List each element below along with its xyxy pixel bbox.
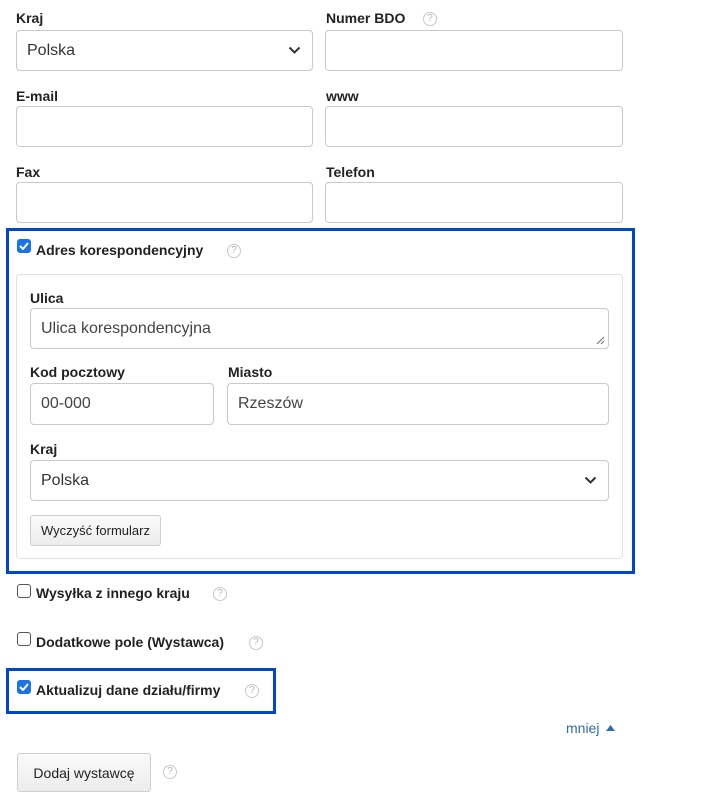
country-label: Kraj [16, 10, 44, 26]
caret-up-icon [606, 725, 616, 731]
bdo-label: Numer BDO [326, 10, 406, 26]
email-input[interactable] [16, 106, 313, 147]
phone-input[interactable] [325, 182, 623, 223]
help-icon[interactable]: ? [163, 765, 177, 779]
help-icon[interactable]: ? [213, 587, 227, 601]
correspondence-country-label: Kraj [30, 441, 58, 457]
resize-grip-icon[interactable] [596, 336, 605, 345]
add-issuer-button[interactable]: Dodaj wystawcę [17, 753, 151, 792]
correspondence-checkbox-label[interactable]: Adres korespondencyjny [36, 242, 203, 258]
help-icon[interactable]: ? [249, 636, 263, 650]
country-select[interactable]: Polska [16, 30, 313, 71]
fax-label: Fax [16, 164, 41, 180]
postal-code-input[interactable]: 00-000 [30, 383, 214, 425]
street-textarea-placeholder: Ulica korespondencyjna [41, 319, 211, 337]
email-label: E-mail [16, 88, 59, 104]
checkmark-icon [19, 683, 29, 691]
correspondence-country-select[interactable]: Polska [30, 460, 609, 501]
help-icon[interactable]: ? [423, 12, 437, 26]
update-data-checkbox[interactable] [17, 680, 31, 694]
country-select-value: Polska [27, 41, 76, 59]
chevron-down-icon [582, 473, 598, 489]
extra-field-checkbox[interactable] [17, 632, 31, 646]
fax-input[interactable] [16, 182, 313, 223]
update-data-checkbox-label[interactable]: Aktualizuj dane działu/firmy [36, 682, 220, 698]
clear-form-button[interactable]: Wyczyść formularz [30, 515, 161, 546]
street-label: Ulica [30, 290, 64, 306]
extra-field-checkbox-label[interactable]: Dodatkowe pole (Wystawca) [36, 634, 224, 650]
correspondence-checkbox[interactable] [17, 239, 31, 253]
street-textarea[interactable]: Ulica korespondencyjna [30, 308, 609, 349]
city-placeholder: Rzeszów [238, 395, 303, 412]
city-input[interactable]: Rzeszów [227, 383, 609, 425]
postal-code-label: Kod pocztowy [30, 364, 125, 380]
bdo-input[interactable] [325, 30, 623, 71]
help-icon[interactable]: ? [245, 684, 259, 698]
chevron-down-icon [286, 43, 302, 59]
city-label: Miasto [228, 364, 273, 380]
shipping-checkbox-label[interactable]: Wysyłka z innego kraju [36, 585, 190, 601]
www-label: www [326, 88, 359, 104]
checkmark-icon [19, 242, 29, 250]
phone-label: Telefon [326, 164, 375, 180]
correspondence-country-value: Polska [41, 471, 90, 489]
less-link[interactable]: mniej [566, 720, 616, 736]
postal-code-placeholder: 00-000 [41, 395, 91, 412]
shipping-checkbox[interactable] [17, 584, 31, 598]
less-link-label: mniej [566, 720, 600, 736]
www-input[interactable] [325, 106, 623, 147]
help-icon[interactable]: ? [227, 244, 241, 258]
